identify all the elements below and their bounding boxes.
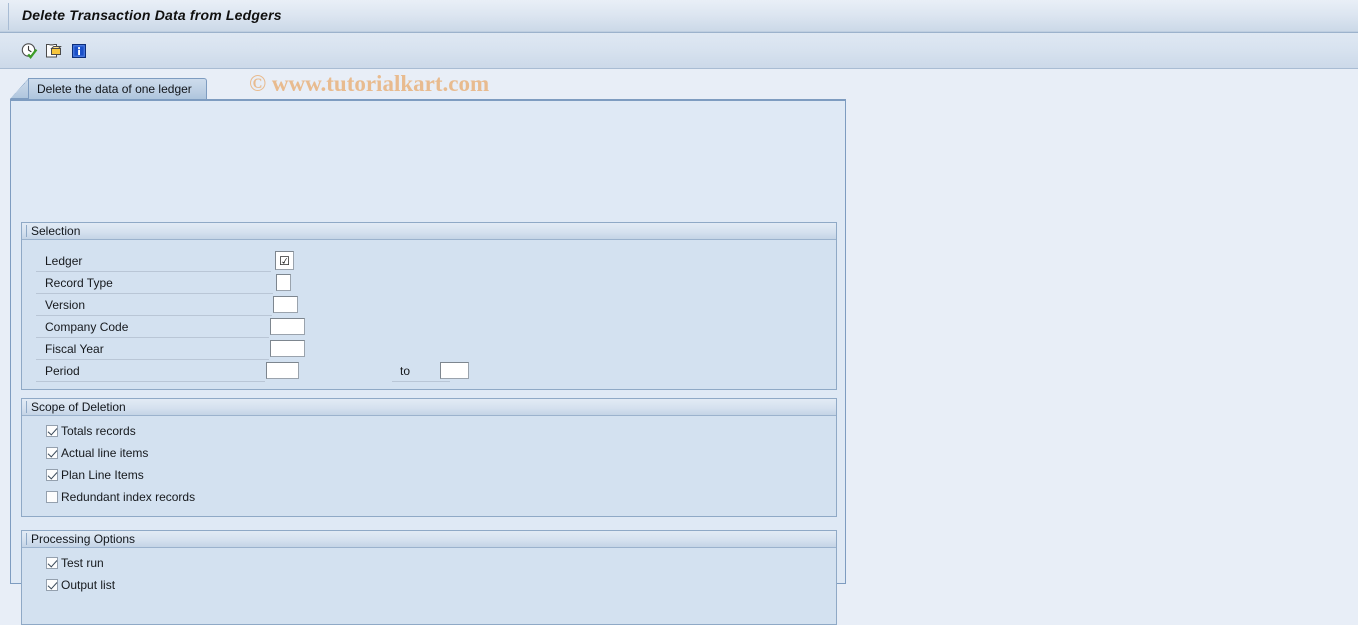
info-button[interactable] (68, 40, 90, 62)
input-fiscal-year[interactable] (270, 340, 305, 357)
label-record-type: Record Type (45, 276, 113, 290)
group-processing-options: Processing Options Test run Output list (21, 530, 837, 625)
field-row-fiscal-year: Fiscal Year (22, 339, 836, 361)
checkbox-icon[interactable] (46, 469, 58, 481)
label-fiscal-year: Fiscal Year (45, 342, 104, 356)
get-variant-button[interactable] (43, 40, 65, 62)
tab-slant-decoration (10, 78, 29, 99)
clock-check-icon (21, 43, 38, 60)
input-version[interactable] (273, 296, 298, 313)
page-title: Delete Transaction Data from Ledgers (22, 7, 282, 23)
group-processing-title: Processing Options (31, 532, 136, 546)
checkbox-label: Redundant index records (61, 490, 196, 504)
tab-delete-one-ledger[interactable]: Delete the data of one ledger (28, 78, 207, 99)
label-ledger: Ledger (45, 254, 83, 268)
checkbox-icon[interactable] (46, 491, 58, 503)
rule-fiscal-year (36, 359, 269, 360)
checkbox-icon[interactable] (46, 579, 58, 591)
checkbox-test-run[interactable]: Test run (46, 553, 104, 573)
copy-variant-icon (46, 44, 62, 58)
input-period-from[interactable] (266, 362, 299, 379)
field-row-version: Version (22, 295, 836, 317)
rule-record-type (36, 293, 273, 294)
tab-label: Delete the data of one ledger (37, 82, 192, 96)
group-processing-body: Test run Output list (22, 548, 836, 624)
checkbox-totals-records[interactable]: Totals records (46, 421, 136, 441)
tab-content-panel: Selection Ledger Record Type Version (10, 99, 846, 625)
checkbox-label: Actual line items (61, 446, 149, 460)
checkbox-redundant-index-records[interactable]: Redundant index records (46, 487, 195, 507)
rule-version (36, 315, 272, 316)
field-row-record-type: Record Type (22, 273, 836, 295)
group-selection-title: Selection (31, 224, 81, 238)
group-scope-body: Totals records Actual line items Plan Li… (22, 416, 836, 516)
rule-period-to (392, 381, 450, 382)
group-scope-title: Scope of Deletion (31, 400, 126, 414)
checkbox-actual-line-items[interactable]: Actual line items (46, 443, 148, 463)
input-record-type[interactable] (276, 274, 291, 291)
rule-period (36, 381, 265, 382)
checkbox-output-list[interactable]: Output list (46, 575, 115, 595)
rule-company-code (36, 337, 269, 338)
label-company-code: Company Code (45, 320, 129, 334)
rule-ledger (36, 271, 271, 272)
execute-button[interactable] (18, 40, 40, 62)
checkbox-icon[interactable] (46, 447, 58, 459)
checkbox-label: Totals records (61, 424, 136, 438)
tab-strip: Delete the data of one ledger (10, 78, 846, 100)
window-title-bar: Delete Transaction Data from Ledgers (0, 0, 1358, 33)
input-company-code[interactable] (270, 318, 305, 335)
input-ledger[interactable] (275, 251, 294, 270)
checkbox-label: Output list (61, 578, 116, 592)
label-period: Period (45, 364, 80, 378)
group-processing-header: Processing Options (22, 531, 836, 548)
checkbox-plan-line-items[interactable]: Plan Line Items (46, 465, 144, 485)
info-icon (72, 44, 86, 58)
group-selection: Selection Ledger Record Type Version (21, 222, 837, 390)
label-period-to: to (400, 364, 411, 378)
group-scope-header: Scope of Deletion (22, 399, 836, 416)
group-selection-header: Selection (22, 223, 836, 240)
group-selection-body: Ledger Record Type Version Company Code (22, 240, 836, 389)
field-row-company-code: Company Code (22, 317, 836, 339)
field-row-period: Period to (22, 361, 836, 383)
field-row-ledger: Ledger (22, 251, 836, 273)
checkbox-icon[interactable] (46, 557, 58, 569)
application-toolbar: © www.tutorialkart.com (0, 33, 1358, 96)
checkbox-label: Test run (61, 556, 104, 570)
checkbox-icon[interactable] (46, 425, 58, 437)
label-version: Version (45, 298, 86, 312)
checkbox-label: Plan Line Items (61, 468, 144, 482)
group-scope-of-deletion: Scope of Deletion Totals records Actual … (21, 398, 837, 517)
input-period-to[interactable] (440, 362, 469, 379)
